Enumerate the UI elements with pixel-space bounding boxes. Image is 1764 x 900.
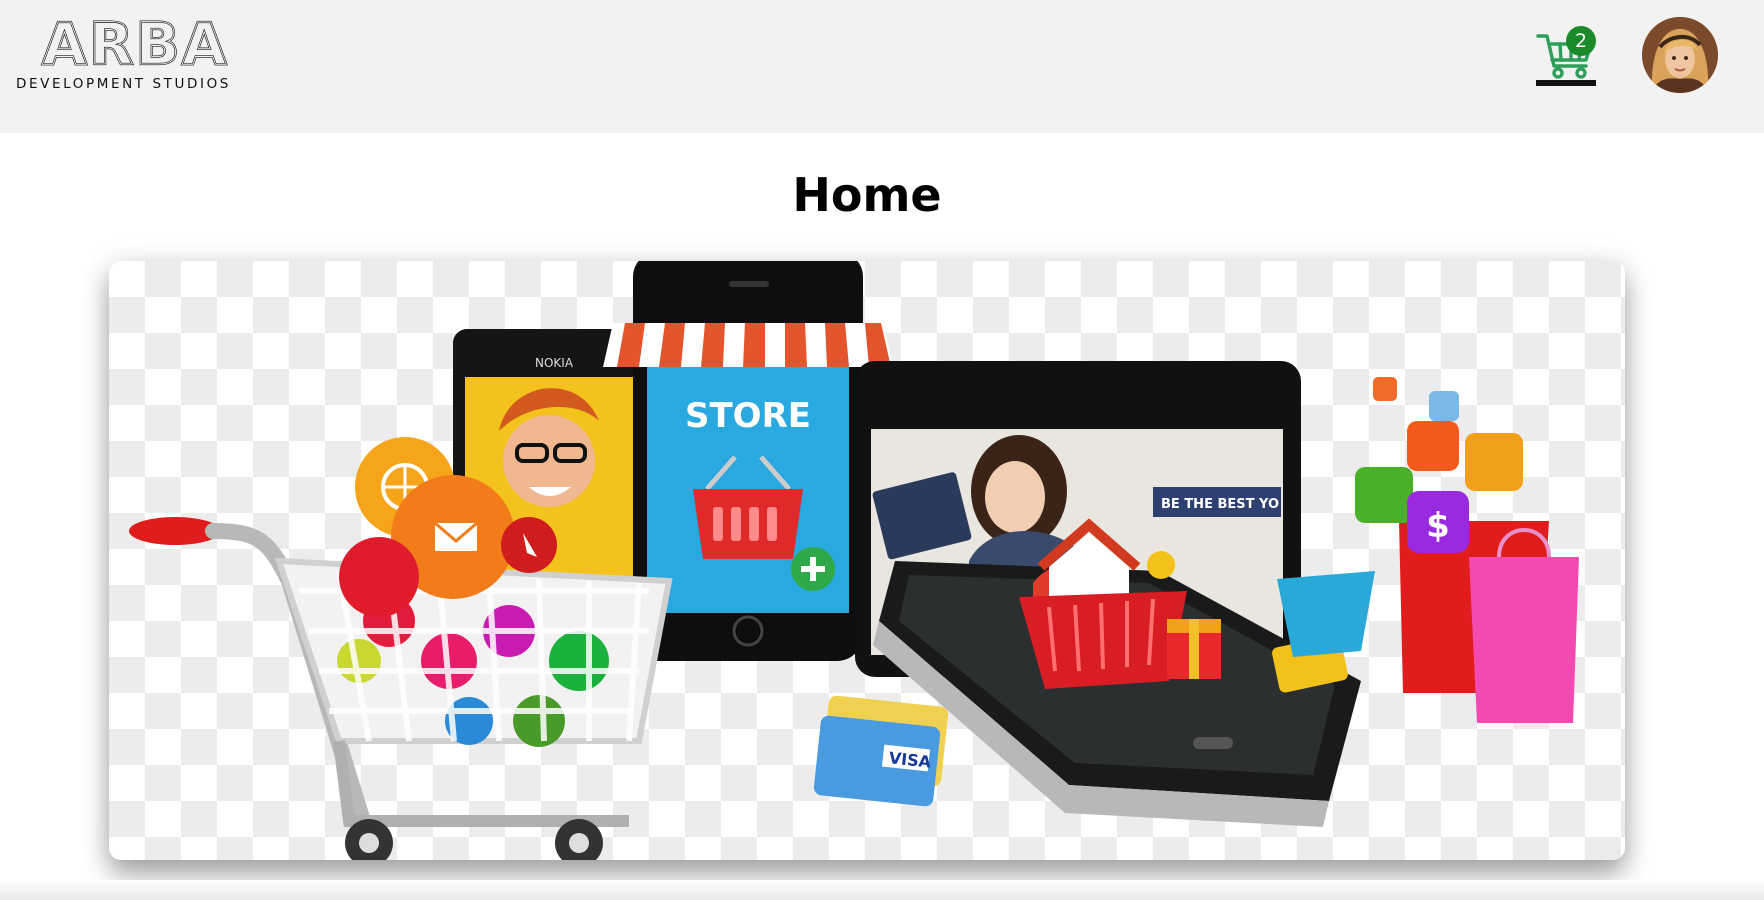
- page-title: Home: [792, 168, 942, 222]
- logo-wordmark: ARBA ARBA: [41, 14, 229, 74]
- top-header: ARBA ARBA DEVELOPMENT STUDIOS 2: [0, 0, 1764, 133]
- cart-caption-strip: [1536, 80, 1596, 86]
- logo-subtitle: DEVELOPMENT STUDIOS: [16, 76, 231, 92]
- tablet-tagline: BE THE BEST YO: [1161, 497, 1279, 512]
- avatar-portrait: [1642, 17, 1718, 93]
- dollar-icon-label: $: [1426, 506, 1450, 546]
- brand-logo[interactable]: ARBA ARBA DEVELOPMENT STUDIOS: [16, 14, 246, 98]
- nokia-brand-label: NOKIA: [535, 356, 574, 370]
- logo-text-inline: ARBA: [42, 14, 229, 74]
- store-label: STORE: [685, 396, 811, 436]
- ecommerce-illustration: NOKIA STORE BE THE BEST YO VISA $: [129, 261, 1579, 860]
- cart-button[interactable]: 2: [1534, 22, 1598, 88]
- cart-count-badge: 2: [1566, 26, 1596, 56]
- user-avatar[interactable]: [1642, 17, 1718, 93]
- hero-banner: NOKIA STORE BE THE BEST YO VISA $: [109, 261, 1625, 860]
- page-bottom-shade: [0, 880, 1764, 900]
